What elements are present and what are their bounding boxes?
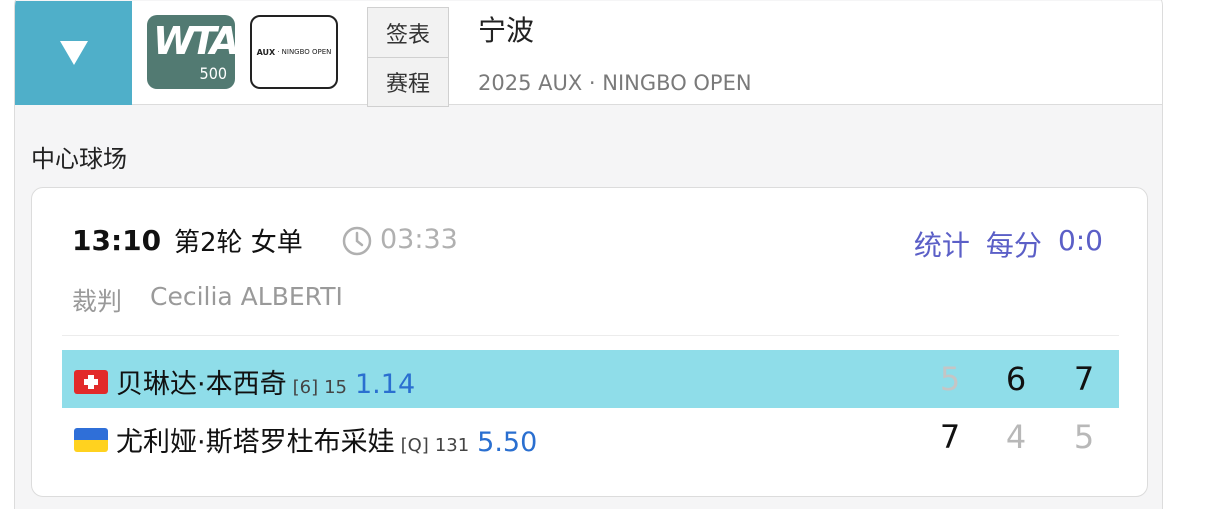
- player-info-2: 尤利娅·斯塔罗杜布采娃 [Q] 131 5.50: [116, 420, 537, 459]
- flag-switzerland-icon: [74, 370, 108, 394]
- player-name: 尤利娅·斯塔罗杜布采娃: [116, 427, 395, 458]
- tournament-header: WTA 500 AUX · NINGBO OPEN 签表 赛程 宁波 2025 …: [15, 1, 1162, 107]
- umpire-label: 裁判: [72, 287, 123, 316]
- player-seed: [6]: [292, 377, 319, 398]
- player-row-2[interactable]: 尤利娅·斯塔罗杜布采娃 [Q] 131 5.50 7 4 5: [62, 408, 1119, 466]
- collapse-button[interactable]: [15, 1, 132, 105]
- player-seed: [Q]: [400, 435, 429, 456]
- match-time: 13:10: [72, 224, 162, 257]
- player-odds: 1.14: [355, 369, 416, 400]
- wta-500-logo: WTA 500: [147, 15, 239, 89]
- match-duration: 03:33: [380, 224, 458, 255]
- set-score: 7: [1073, 360, 1095, 398]
- live-score-link[interactable]: 0:0: [1058, 224, 1103, 264]
- set-score: 6: [1005, 360, 1027, 398]
- player-info-1: 贝琳达·本西奇 [6] 15 1.14: [116, 362, 415, 401]
- match-panel: WTA 500 AUX · NINGBO OPEN 签表 赛程 宁波 2025 …: [14, 0, 1163, 509]
- tournament-logo: AUX · NINGBO OPEN: [250, 15, 338, 89]
- tournament-subtitle: 2025 AUX · NINGBO OPEN: [478, 71, 752, 95]
- umpire-name: Cecilia ALBERTI: [150, 282, 343, 311]
- flag-ukraine-icon: [74, 428, 108, 452]
- triangle-down-icon: [59, 41, 88, 65]
- player-name: 贝琳达·本西奇: [116, 369, 287, 400]
- tab-draw[interactable]: 签表: [368, 8, 448, 57]
- stats-link[interactable]: 统计: [914, 224, 970, 264]
- match-links: 统计 每分 0:0: [914, 224, 1103, 264]
- tournament-title: 宁波: [478, 14, 535, 47]
- player-rank: 15: [324, 377, 347, 398]
- set-score: 7: [939, 418, 961, 456]
- player-rank: 131: [434, 435, 470, 456]
- match-round: 第2轮 女单: [174, 228, 303, 258]
- clock-icon: [342, 226, 372, 256]
- match-card[interactable]: 13:10 第2轮 女单 03:33 统计 每分 0:0 裁判 Cecilia …: [31, 187, 1148, 497]
- tournament-logo-brand: AUX: [256, 47, 276, 57]
- set-score: 5: [939, 360, 961, 398]
- tournament-logo-rest: · NINGBO OPEN: [277, 48, 332, 56]
- divider: [62, 335, 1119, 336]
- player-odds: 5.50: [477, 427, 538, 458]
- wta-tier-text: 500: [199, 64, 227, 83]
- player-row-1[interactable]: 贝琳达·本西奇 [6] 15 1.14 5 6 7: [62, 350, 1119, 408]
- tab-schedule[interactable]: 赛程: [368, 57, 448, 106]
- court-name: 中心球场: [31, 145, 127, 173]
- point-by-point-link[interactable]: 每分: [986, 224, 1042, 264]
- set-score: 4: [1005, 418, 1027, 456]
- wta-logo-text: WTA: [153, 19, 239, 63]
- set-score: 5: [1073, 418, 1095, 456]
- tournament-tabs: 签表 赛程: [367, 7, 449, 107]
